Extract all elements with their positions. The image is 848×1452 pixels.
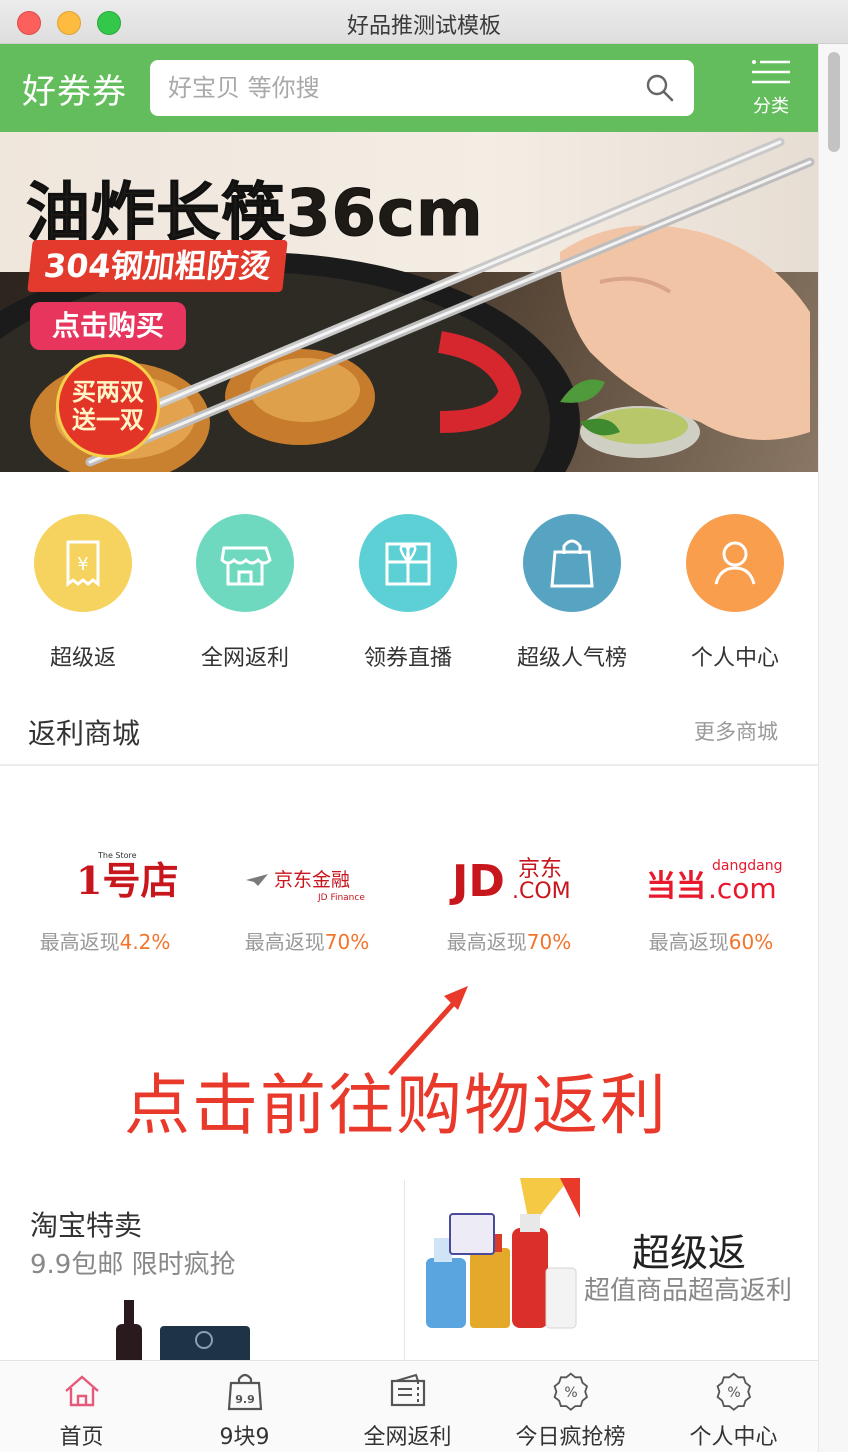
more-malls-link[interactable]: 更多商城 — [694, 716, 778, 746]
window-title: 好品推测试模板 — [346, 14, 501, 39]
tab-label: 全网返利 — [363, 1425, 452, 1450]
promo-divider — [404, 1180, 405, 1360]
banner-buy-button[interactable]: 点击购买 — [30, 302, 187, 350]
svg-text:.COM: .COM — [512, 879, 571, 904]
tab-daily-ranking[interactable]: % 今日疯抢榜 — [489, 1361, 652, 1452]
app-viewport: 好券券 分类 — [0, 44, 818, 1452]
app-logo[interactable]: 好券券 — [22, 64, 127, 113]
promo-title: 超级返 — [632, 1231, 747, 1275]
section-title: 返利商城 — [28, 717, 141, 750]
tab-home[interactable]: 首页 — [0, 1361, 163, 1452]
mall-item-dangdang[interactable]: 当当 dangdang .com 最高返现60% — [616, 842, 806, 955]
yhd-logo: The Store 1号店 — [10, 842, 200, 912]
top-header: 好券券 分类 — [0, 44, 818, 132]
badge-line-1: 买两双 — [72, 378, 144, 406]
category-super-rebate[interactable]: ¥ 超级返 — [8, 514, 158, 672]
store-icon — [196, 514, 294, 612]
gift-icon — [359, 514, 457, 612]
banner-feature-tag: 304钢加粗防烫 — [27, 240, 288, 292]
svg-text:当当: 当当 — [646, 869, 706, 904]
svg-text:.com: .com — [708, 872, 777, 905]
promo-subtitle: 超值商品超高返利 — [584, 1276, 793, 1306]
tab-nine-nine[interactable]: 9.9 9块9 — [163, 1361, 326, 1452]
search-icon[interactable] — [644, 72, 676, 104]
svg-text:%: % — [564, 1385, 577, 1401]
category-label: 全网返利 — [200, 646, 289, 671]
category-grid: ¥ 超级返 全网返利 领券直播 超级人气榜 个人中心 — [0, 514, 818, 684]
mall-rebate-text: 最高返现70% — [244, 930, 370, 954]
menu-list-icon — [752, 60, 790, 84]
category-label: 超级返 — [49, 646, 116, 671]
percent-badge-icon: % — [716, 1372, 751, 1411]
jd-finance-logo: 京东金融 JD Finance — [212, 842, 402, 912]
svg-text:¥: ¥ — [77, 554, 88, 575]
category-coupon-live[interactable]: 领券直播 — [333, 514, 483, 672]
svg-text:JD Finance: JD Finance — [317, 893, 365, 903]
user-icon — [686, 514, 784, 612]
badge-line-2: 送一双 — [72, 405, 144, 434]
mall-rebate-text: 最高返现60% — [648, 930, 774, 954]
category-personal-center[interactable]: 个人中心 — [660, 514, 810, 672]
tab-network-rebate[interactable]: 全网返利 — [326, 1361, 489, 1452]
bottom-tab-bar: 首页 9.9 9块9 全网返利 % 今日疯抢榜 % 个人中心 — [0, 1360, 818, 1452]
category-label: 分类 — [753, 96, 789, 117]
tab-label: 个人中心 — [689, 1425, 778, 1450]
svg-text:1号店: 1号店 — [76, 858, 178, 903]
window-titlebar: 好品推测试模板 — [0, 0, 848, 44]
search-box[interactable] — [150, 60, 694, 116]
mall-item-jd-finance[interactable]: 京东金融 JD Finance 最高返现70% — [212, 842, 402, 955]
category-label: 领券直播 — [363, 646, 452, 671]
promo-product-image — [426, 1178, 580, 1329]
tab-personal-center[interactable]: % 个人中心 — [652, 1361, 815, 1452]
bag-99-icon: 9.9 — [227, 1373, 262, 1411]
category-menu-button[interactable]: 分类 — [744, 56, 798, 120]
mall-rebate-text: 最高返现70% — [446, 930, 572, 954]
category-label: 超级人气榜 — [516, 646, 627, 671]
vertical-scrollbar[interactable] — [818, 44, 848, 1452]
shopping-bag-icon — [523, 514, 621, 612]
mall-item-yhd[interactable]: The Store 1号店 最高返现4.2% — [10, 842, 200, 955]
percent-badge-icon: % — [553, 1372, 588, 1411]
promo-banner[interactable]: 油炸长筷36cm 304钢加粗防烫 点击购买 买两双 送一双 — [0, 132, 818, 472]
mall-rebate-text: 最高返现4.2% — [39, 930, 171, 954]
search-input[interactable] — [168, 72, 628, 104]
category-network-rebate[interactable]: 全网返利 — [170, 514, 320, 672]
scrollbar-thumb[interactable] — [828, 52, 840, 152]
tab-label: 今日疯抢榜 — [515, 1425, 626, 1450]
coupon-icon — [390, 1373, 425, 1407]
rebate-mall-header: 返利商城 更多商城 — [0, 700, 818, 766]
home-icon — [64, 1375, 99, 1407]
tab-label: 首页 — [59, 1425, 104, 1450]
mall-item-jd[interactable]: JD 京东 .COM 最高返现70% — [414, 842, 604, 955]
jd-logo: JD 京东 .COM — [414, 842, 604, 912]
banner-offer-badge: 买两双 送一双 — [56, 354, 160, 458]
promo-title: 淘宝特卖 — [30, 1209, 143, 1242]
category-label: 个人中心 — [690, 646, 779, 671]
dangdang-logo: 当当 dangdang .com — [616, 842, 806, 912]
svg-text:9.9: 9.9 — [235, 1393, 255, 1406]
annotation-text: 点击前往购物返利 — [124, 1067, 668, 1144]
svg-text:JD: JD — [449, 856, 505, 907]
receipt-yen-icon: ¥ — [34, 514, 132, 612]
promo-subtitle: 9.9包邮 限时疯抢 — [30, 1250, 236, 1280]
svg-text:%: % — [727, 1385, 740, 1401]
svg-text:京东金融: 京东金融 — [274, 869, 350, 891]
tab-label: 9块9 — [219, 1425, 270, 1450]
category-popular-ranking[interactable]: 超级人气榜 — [497, 514, 647, 672]
